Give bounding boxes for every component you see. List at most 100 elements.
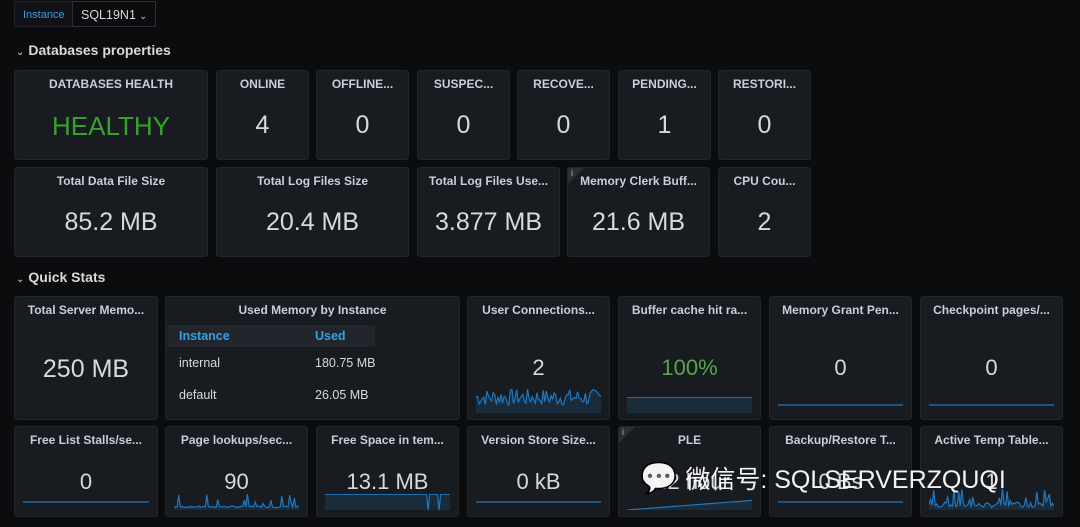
panel-title: Version Store Size...	[481, 433, 596, 447]
row-title: Quick Stats	[28, 269, 106, 285]
panel-user-connections[interactable]: User Connections... 2	[467, 296, 610, 420]
panel-memory-clerk-buff[interactable]: i Memory Clerk Buff... 21.6 MB	[567, 167, 710, 257]
panel-title: Free List Stalls/se...	[29, 433, 143, 447]
panel-title: PLE	[677, 433, 702, 447]
panel-title: Memory Clerk Buff...	[580, 174, 697, 188]
panel-total-data-file-size[interactable]: Total Data File Size 85.2 MB	[14, 167, 208, 257]
panel-value: 4	[255, 111, 270, 139]
row-databases-properties[interactable]: ⌄ Databases properties	[16, 42, 171, 58]
sparkline	[174, 494, 299, 510]
variable-label-instance: Instance	[14, 1, 74, 27]
panel-title: Total Log Files Size	[256, 174, 369, 188]
panel-offline[interactable]: OFFLINE... 0	[316, 70, 409, 160]
panel-suspec[interactable]: SUSPEC... 0	[417, 70, 510, 160]
panel-value: 1	[657, 111, 672, 139]
panel-value: 0	[834, 355, 847, 380]
panel-total-log-files-use[interactable]: Total Log Files Use... 3.877 MB	[417, 167, 560, 257]
panel-title: CPU Cou...	[733, 174, 796, 188]
panel-title: User Connections...	[482, 303, 595, 317]
panel-title: Backup/Restore T...	[785, 433, 896, 447]
sparkline-fill	[627, 397, 752, 413]
panel-free-list-stalls-se[interactable]: Free List Stalls/se... 0	[14, 426, 158, 517]
panel-title: RESTORI...	[732, 77, 797, 91]
panel-value: 0	[79, 469, 93, 494]
panel-value: 250 MB	[42, 355, 130, 383]
panel-value: 100%	[661, 355, 718, 380]
panel-title: DATABASES HEALTH	[49, 77, 173, 91]
panel-value: 0 kB	[516, 469, 561, 494]
panel-title: Checkpoint pages/...	[933, 303, 1050, 317]
sparkline	[325, 494, 450, 510]
panel-value: 90	[224, 469, 249, 494]
panel-title: Used Memory by Instance	[238, 303, 387, 317]
column-header-used[interactable]: Used	[303, 325, 376, 347]
panel-value: 13.1 MB	[346, 469, 429, 494]
panel-pending[interactable]: PENDING... 1	[618, 70, 711, 160]
panel-title: Memory Grant Pen...	[782, 303, 899, 317]
panel-value: 3.877 MB	[434, 208, 542, 236]
panel-memory-grant-pen[interactable]: Memory Grant Pen... 0	[769, 296, 912, 420]
panel-value: 85.2 MB	[64, 208, 158, 236]
panel-value: 21.6 MB	[591, 208, 686, 236]
panel-title: Total Log Files Use...	[428, 174, 549, 188]
panel-total-log-files-size[interactable]: Total Log Files Size 20.4 MB	[216, 167, 409, 257]
cell-used: 180.75 MB	[315, 356, 376, 370]
panel-title: Buffer cache hit ra...	[631, 303, 748, 317]
panel-title: SUSPEC...	[433, 77, 494, 91]
used-memory-table: Instance Used internal 180.75 MB default 26…	[167, 325, 376, 411]
row-quick-stats[interactable]: ⌄ Quick Stats	[16, 269, 105, 285]
panel-restori[interactable]: RESTORI... 0	[718, 70, 811, 160]
panel-title: Total Server Memo...	[27, 303, 145, 317]
panel-cpu-cou[interactable]: CPU Cou... 2	[718, 167, 811, 257]
panel-value: 0	[757, 111, 772, 139]
panel-recove[interactable]: RECOVE... 0	[517, 70, 610, 160]
panel-used-memory-by-instance[interactable]: Used Memory by Instance Instance Used int…	[165, 296, 460, 420]
sparkline	[476, 389, 601, 413]
panel-title: ONLINE	[239, 77, 286, 91]
sparkline	[23, 501, 149, 503]
watermark: 💬 微信号: SQLSERVERZQUQI	[640, 460, 1006, 496]
sparkline	[778, 404, 903, 406]
watermark-text: 微信号: SQLSERVERZQUQI	[685, 466, 1006, 494]
panel-value: 2	[532, 355, 545, 380]
sparkline	[778, 501, 903, 503]
panel-value: 0	[355, 111, 370, 139]
cell-instance: internal	[179, 356, 220, 370]
panel-value: 20.4 MB	[265, 208, 360, 236]
panel-version-store-size[interactable]: Version Store Size... 0 kB	[467, 426, 610, 517]
panel-title: RECOVE...	[533, 77, 594, 91]
row-title: Databases properties	[28, 42, 171, 58]
column-header-instance[interactable]: Instance	[167, 325, 303, 347]
panel-value: 0	[556, 111, 571, 139]
table-row: internal 180.75 MB	[167, 347, 375, 379]
instance-select[interactable]: SQL19N1 ⌄	[72, 1, 156, 27]
cell-instance: default	[179, 388, 217, 402]
panel-title: Free Space in tem...	[331, 433, 444, 447]
chevron-down-icon: ⌄	[16, 47, 25, 58]
panel-title: PENDING...	[632, 77, 697, 91]
panel-total-server-memory[interactable]: Total Server Memo... 250 MB	[14, 296, 158, 420]
panel-title: Total Data File Size	[56, 174, 166, 188]
panel-title: Page lookups/sec...	[180, 433, 293, 447]
panel-title: OFFLINE...	[331, 77, 394, 91]
panel-value: 2	[757, 208, 772, 236]
chevron-down-icon: ⌄	[16, 274, 25, 285]
chevron-down-icon: ⌄	[139, 11, 147, 21]
sparkline	[627, 397, 752, 413]
panel-title: Active Temp Table...	[934, 433, 1049, 447]
panel-free-space-in-tem[interactable]: Free Space in tem... 13.1 MB	[316, 426, 459, 517]
panel-online[interactable]: ONLINE 4	[216, 70, 309, 160]
table-row: default 26.05 MB	[167, 379, 375, 411]
panel-page-lookups-sec[interactable]: Page lookups/sec... 90	[165, 426, 308, 517]
panel-databases-health[interactable]: DATABASES HEALTH HEALTHY	[14, 70, 208, 160]
instance-select-value: SQL19N1	[81, 8, 136, 22]
panel-value: 0	[985, 355, 998, 380]
wechat-icon: 💬	[640, 461, 678, 495]
sparkline	[627, 499, 752, 510]
sparkline-line	[174, 494, 299, 510]
panel-checkpoint-pages[interactable]: Checkpoint pages/... 0	[920, 296, 1063, 420]
sparkline-fill	[325, 494, 450, 510]
panel-buffer-cache-hit-ra[interactable]: Buffer cache hit ra... 100%	[618, 296, 761, 420]
sparkline	[929, 404, 1054, 406]
panel-value: 0	[456, 111, 471, 139]
